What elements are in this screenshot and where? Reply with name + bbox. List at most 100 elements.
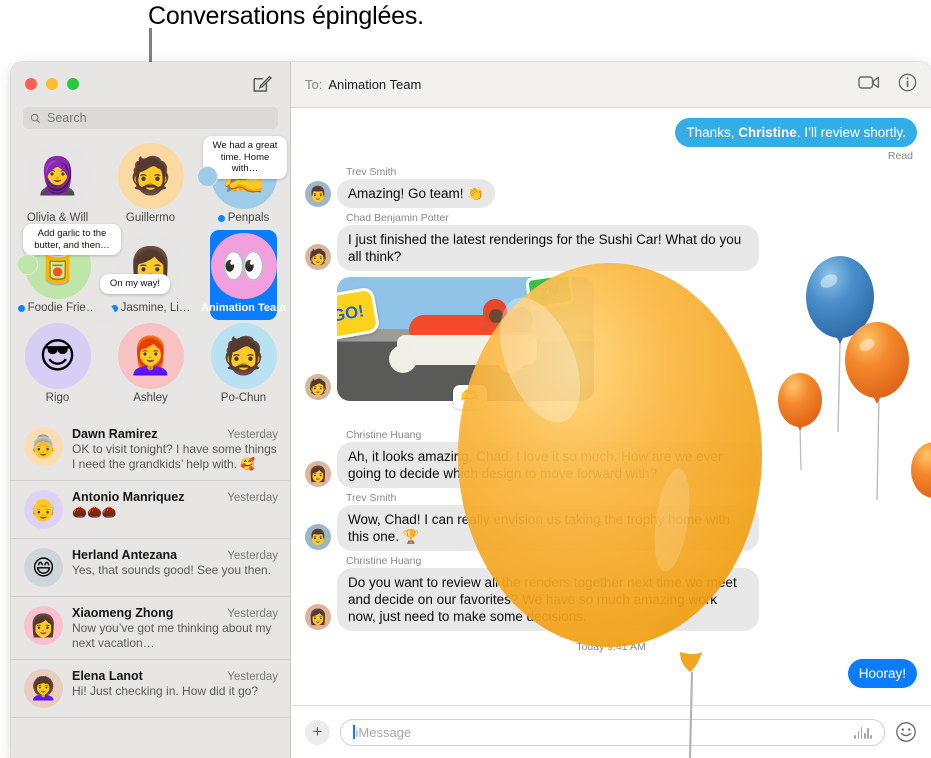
message-sender: Christine Huang <box>346 555 422 567</box>
conversation-body: Herland Antezana Yesterday Yes, that sound… <box>72 548 278 587</box>
outgoing-text-part-1: Thanks, <box>686 125 739 140</box>
pinned-label: Rigo <box>46 392 70 404</box>
incoming-bubble[interactable]: Ah, it looks amazing, Chad. I love it so… <box>333 442 759 488</box>
message-input[interactable]: iMessage <box>340 718 885 746</box>
pinned-item-olivia-will[interactable]: 🧕 Olivia & Will <box>11 140 104 230</box>
conversation-list: 👵 Dawn Ramirez Yesterday OK to visit tonigh… <box>11 418 290 758</box>
sticker-zm[interactable]: ZM <box>524 277 576 311</box>
conversation-timestamp: Yesterday <box>227 608 278 620</box>
pinned-preview-bubble: On my way! <box>100 274 170 294</box>
facetime-video-icon[interactable] <box>858 75 880 95</box>
message-sender: Chad Benjamin Potter <box>346 212 449 224</box>
sticker-go[interactable]: GO! <box>337 286 381 342</box>
thread-header: To: Animation Team <box>291 62 931 108</box>
conversation-header: Herland Antezana Yesterday <box>72 548 278 562</box>
pinned-avatar: 🧔 <box>117 143 184 209</box>
message-sender: Christine Huang <box>346 429 422 441</box>
conversation-body: Antonio Manriquez Yesterday 🌰🌰🌰 <box>72 490 278 529</box>
pinned-avatar: 🧔 <box>210 323 277 389</box>
pinned-label-text: Olivia & Will <box>26 212 89 224</box>
conversation-avatar: 👴 <box>24 490 63 529</box>
pinned-item-animation-team[interactable]: 👀 Animation Team <box>197 230 290 320</box>
compose-icon[interactable] <box>251 73 273 95</box>
conversation-avatar: 👵 <box>24 427 63 466</box>
pinned-avatar: 🧕 <box>24 143 91 209</box>
pinned-item-po-chun[interactable]: 🧔 Po-Chun <box>197 320 290 410</box>
message-line: 👨 Amazing! Go team! 👏 <box>305 179 917 208</box>
incoming-messages: Trev Smith 👨 Amazing! Go team! 👏 Chad Benja… <box>305 166 917 631</box>
pinned-item-rigo[interactable]: 😎 Rigo <box>11 320 104 410</box>
incoming-bubble[interactable]: Wow, Chad! I can really envision us taki… <box>333 505 759 551</box>
message-avatar: 👨 <box>305 524 331 550</box>
pinned-item-ashley[interactable]: 👩‍🦰 Ashley <box>104 320 197 410</box>
conversation-name: Elena Lanot <box>72 669 143 683</box>
search-input[interactable]: Search <box>23 107 278 129</box>
pinned-label-text: Penpals <box>227 212 270 224</box>
conversation-header: Xiaomeng Zhong Yesterday <box>72 606 278 620</box>
messages-window: Search 🧕 Olivia & Will 🧔 Guillermo ✍️Penpals… <box>11 62 931 758</box>
conversation-body: Elena Lanot Yesterday Hi! Just checking in… <box>72 669 278 708</box>
pinned-label-text: Foodie Frie… <box>27 302 98 314</box>
incoming-bubble[interactable]: Amazing! Go team! 👏 <box>332 179 496 208</box>
message-avatar: 👨 <box>305 181 331 207</box>
conversation-preview: Yes, that sounds good! See you then. <box>72 563 272 577</box>
pinned-item-foodie-frie[interactable]: 🥫 Foodie Frie… Add garlic to the butter, a… <box>11 224 121 320</box>
conversation-row[interactable]: 👩‍🦱 Elena Lanot Yesterday Hi! Just checking… <box>11 660 290 718</box>
pinned-item-guillermo[interactable]: 🧔 Guillermo <box>104 140 197 230</box>
pinned-item-penpals[interactable]: ✍️PenpalsWe had a great time. Home with… <box>197 136 290 230</box>
conversation-timestamp: Yesterday <box>227 671 278 683</box>
pinned-preview-bubble: Add garlic to the butter, and then… <box>23 224 121 255</box>
pinned-label: Penpals <box>217 212 270 224</box>
pinned-label: Foodie Frie… <box>17 302 98 314</box>
minimize-button[interactable] <box>46 78 58 90</box>
pinned-avatar: 👀 <box>210 233 277 299</box>
sushi-car-render[interactable]: GO! ZM <box>337 277 594 401</box>
pinned-avatar: 😎 <box>24 323 91 389</box>
sticker-heart-hands[interactable]: 🫶 <box>453 385 487 409</box>
pinned-label: Ashley <box>133 392 168 404</box>
unread-dot <box>217 214 225 222</box>
outgoing-bubble[interactable]: Thanks, Christine. I’ll review shortly. <box>675 118 921 147</box>
pinned-label: Po-Chun <box>221 392 266 404</box>
sidebar: Search 🧕 Olivia & Will 🧔 Guillermo ✍️Penpals… <box>11 62 291 758</box>
conversation-row[interactable]: 👩 Xiaomeng Zhong Yesterday Now you’ve got m… <box>11 597 290 660</box>
audio-waveform-icon[interactable] <box>854 726 872 739</box>
message-sender: Trev Smith <box>346 166 397 178</box>
read-receipt: Read <box>887 150 913 162</box>
conversation-name: Herland Antezana <box>72 548 178 562</box>
search-placeholder: Search <box>47 111 87 125</box>
incoming-bubble[interactable]: I just finished the latest renderings fo… <box>333 225 759 271</box>
conversation-preview: 🌰🌰🌰 <box>72 505 117 519</box>
text-caret <box>353 725 355 739</box>
message-placeholder: iMessage <box>355 724 412 740</box>
outgoing-text-bold: Christine <box>738 125 797 140</box>
incoming-bubble[interactable]: Do you want to review all the renders to… <box>333 568 759 631</box>
search-container: Search <box>11 107 290 136</box>
incoming-message: Trev Smith 👨 Wow, Chad! I can really envis… <box>305 492 917 551</box>
thread-timestamp: Today 9:41 AM <box>576 641 646 653</box>
recipient-name[interactable]: Animation Team <box>328 77 421 92</box>
pinned-label-text: Po-Chun <box>220 392 267 404</box>
message-avatar: 🧑 <box>305 244 331 270</box>
conversation-avatar: 👩 <box>24 606 63 645</box>
conversation-preview: OK to visit tonight? I have some things … <box>72 442 277 471</box>
outgoing-bubble-hooray[interactable]: Hooray! <box>847 659 922 688</box>
conversation-row[interactable]: 👴 Antonio Manriquez Yesterday 🌰🌰🌰 <box>11 481 290 539</box>
conversation-avatar: 👩‍🦱 <box>24 669 63 708</box>
message-line: 🧑 I just finished the latest renderings f… <box>305 225 917 271</box>
message-line: 👩 Do you want to review all the renders t… <box>305 568 917 631</box>
conversation-preview: Now you’ve got me thinking about my next… <box>72 621 272 650</box>
emoji-smiley-icon[interactable] <box>895 721 917 743</box>
outgoing-message-row: Thanks, Christine. I’ll review shortly. <box>305 118 921 147</box>
pinned-label-text: Jasmine, Li… <box>120 302 191 314</box>
conversation-timestamp: Yesterday <box>227 429 278 441</box>
zoom-button[interactable] <box>67 78 79 90</box>
conversation-header: Antonio Manriquez Yesterday <box>72 490 278 504</box>
conversation-row[interactable]: 👵 Dawn Ramirez Yesterday OK to visit tonigh… <box>11 418 290 481</box>
message-line: 👨 Wow, Chad! I can really envision us tak… <box>305 505 917 551</box>
thread-header-actions <box>858 62 917 107</box>
conversation-row[interactable]: 😄 Herland Antezana Yesterday Yes, that soun… <box>11 539 290 597</box>
plus-icon[interactable]: + <box>305 719 330 745</box>
info-circle-icon[interactable] <box>898 73 917 97</box>
close-button[interactable] <box>25 78 37 90</box>
